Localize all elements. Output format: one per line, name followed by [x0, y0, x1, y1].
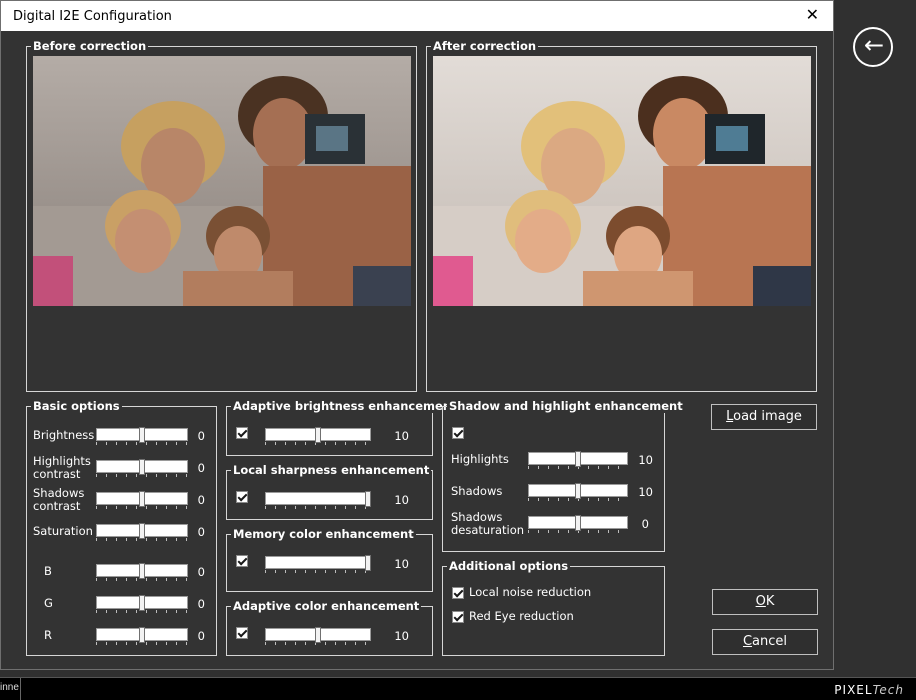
memory-color-slider[interactable] — [265, 555, 371, 574]
window-title: Digital I2E Configuration — [13, 9, 172, 24]
local-sharpness-slider[interactable] — [265, 491, 371, 510]
memory-color-slider-thumb[interactable] — [365, 555, 371, 571]
adaptive-brightness-slider[interactable] — [265, 427, 371, 446]
back-arrow-icon: ← — [864, 31, 885, 59]
adaptive-brightness-value: 10 — [394, 429, 409, 443]
red-eye-reduction-label[interactable]: Red Eye reduction — [469, 610, 574, 623]
memory-color-checkbox[interactable] — [236, 555, 248, 567]
shadows-value: 10 — [638, 485, 653, 499]
shadow-highlight-legend: Shadow and highlight enhancement — [447, 399, 685, 413]
adaptive-color-legend: Adaptive color enhancement — [231, 599, 422, 613]
memory-color-legend: Memory color enhancement — [231, 527, 416, 541]
highlights-slider[interactable] — [528, 451, 628, 470]
before-photo — [33, 56, 411, 306]
red-slider-thumb[interactable] — [139, 627, 145, 643]
red-value: 0 — [197, 629, 205, 643]
local-sharpness-checkbox[interactable] — [236, 491, 248, 503]
shadows-contrast-slider-thumb[interactable] — [139, 491, 145, 507]
brightness-label: Brightness — [33, 428, 95, 442]
after-correction-legend: After correction — [431, 39, 539, 53]
adaptive-brightness-group: Adaptive brightness enhancement 10 — [226, 399, 459, 456]
title-bar[interactable]: Digital I2E Configuration ✕ — [1, 1, 833, 31]
shadows-contrast-value: 0 — [197, 493, 205, 507]
shadows-desaturation-slider-thumb[interactable] — [575, 515, 581, 531]
cancel-button[interactable]: Cancel — [712, 629, 818, 655]
brightness-slider-thumb[interactable] — [139, 427, 145, 443]
adaptive-color-slider[interactable] — [265, 627, 371, 646]
adaptive-brightness-checkbox[interactable] — [236, 427, 248, 439]
adaptive-color-value: 10 — [394, 629, 409, 643]
shadows-desaturation-label: Shadows desaturation — [451, 510, 525, 537]
shadows-label: Shadows — [451, 484, 503, 498]
adaptive-color-slider-thumb[interactable] — [315, 627, 321, 643]
before-correction-legend: Before correction — [31, 39, 149, 53]
local-sharpness-value: 10 — [394, 493, 409, 507]
green-label: G — [44, 596, 53, 610]
adaptive-brightness-legend: Adaptive brightness enhancement — [231, 399, 459, 413]
green-value: 0 — [197, 597, 205, 611]
green-slider-thumb[interactable] — [139, 595, 145, 611]
after-correction-group: After correction — [426, 39, 817, 392]
after-photo — [433, 56, 811, 306]
truncated-label: inne — [0, 682, 19, 693]
shadows-contrast-label: Shadows contrast — [33, 486, 85, 513]
highlights-contrast-label: Highlights contrast — [33, 454, 91, 481]
highlights-slider-thumb[interactable] — [575, 451, 581, 467]
before-correction-group: Before correction — [26, 39, 417, 392]
configuration-dialog: Digital I2E Configuration ✕ Before corre… — [0, 0, 834, 670]
close-icon[interactable]: ✕ — [806, 5, 819, 25]
shadow-highlight-group: Shadow and highlight enhancement Highlig… — [442, 399, 685, 552]
shadows-desaturation-slider[interactable] — [528, 515, 628, 534]
local-sharpness-legend: Local sharpness enhancement — [231, 463, 432, 477]
highlights-value: 10 — [638, 453, 653, 467]
blue-slider[interactable] — [96, 563, 188, 582]
shadow-highlight-checkbox[interactable] — [452, 427, 464, 439]
adaptive-color-checkbox[interactable] — [236, 627, 248, 639]
blue-label: B — [44, 564, 52, 578]
highlights-contrast-value: 0 — [197, 461, 205, 475]
memory-color-value: 10 — [394, 557, 409, 571]
brightness-slider[interactable] — [96, 427, 188, 446]
shadows-desaturation-value: 0 — [641, 517, 649, 531]
saturation-value: 0 — [197, 525, 205, 539]
bottom-bar: inne PIXELTech — [0, 677, 916, 700]
basic-options-legend: Basic options — [31, 399, 122, 413]
saturation-label: Saturation — [33, 524, 93, 538]
highlights-label: Highlights — [451, 452, 509, 466]
local-noise-reduction-label[interactable]: Local noise reduction — [469, 586, 591, 599]
blue-value: 0 — [197, 565, 205, 579]
adaptive-brightness-slider-thumb[interactable] — [315, 427, 321, 443]
brightness-value: 0 — [197, 429, 205, 443]
load-image-button[interactable]: Load image — [711, 404, 817, 430]
shadows-contrast-slider[interactable] — [96, 491, 188, 510]
basic-options-group: Basic options Brightness 0 Highlights co… — [26, 399, 217, 656]
green-slider[interactable] — [96, 595, 188, 614]
bottom-bar-panel — [20, 678, 916, 700]
shadows-slider[interactable] — [528, 483, 628, 502]
saturation-slider-thumb[interactable] — [139, 523, 145, 539]
local-sharpness-group: Local sharpness enhancement 10 — [226, 463, 433, 520]
memory-color-group: Memory color enhancement 10 — [226, 527, 433, 592]
red-eye-reduction-checkbox[interactable] — [452, 611, 464, 623]
local-sharpness-slider-thumb[interactable] — [365, 491, 371, 507]
red-label: R — [44, 628, 52, 642]
brand-logo: PIXELTech — [834, 683, 904, 697]
additional-options-group: Additional options Local noise reduction… — [442, 559, 665, 656]
ok-button[interactable]: OK — [712, 589, 818, 615]
highlights-contrast-slider-thumb[interactable] — [139, 459, 145, 475]
highlights-contrast-slider[interactable] — [96, 459, 188, 478]
shadows-slider-thumb[interactable] — [575, 483, 581, 499]
adaptive-color-group: Adaptive color enhancement 10 — [226, 599, 433, 656]
red-slider[interactable] — [96, 627, 188, 646]
local-noise-reduction-checkbox[interactable] — [452, 587, 464, 599]
additional-options-legend: Additional options — [447, 559, 571, 573]
saturation-slider[interactable] — [96, 523, 188, 542]
back-button[interactable]: ← — [853, 27, 893, 67]
blue-slider-thumb[interactable] — [139, 563, 145, 579]
